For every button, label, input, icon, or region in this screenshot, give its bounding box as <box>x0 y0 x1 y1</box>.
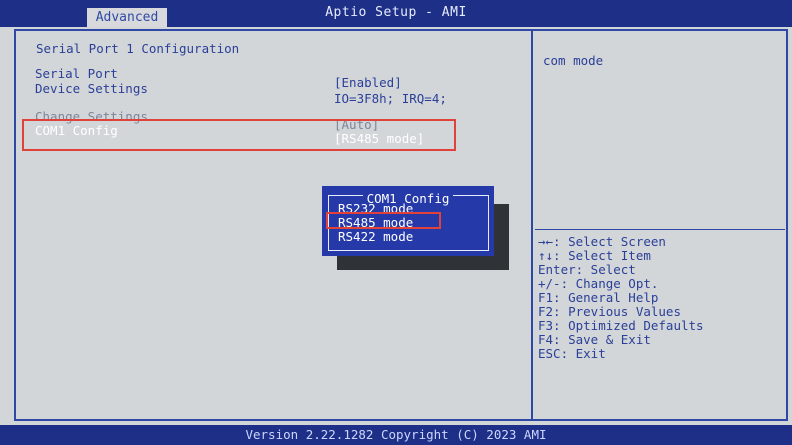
setting-label-serial-port[interactable]: Serial Port <box>35 66 118 81</box>
setting-value-serial-port[interactable]: [Enabled] <box>334 75 402 90</box>
help-key-select-item: ↑↓: Select Item <box>538 248 651 263</box>
title-bar: Advanced Aptio Setup - AMI <box>0 0 792 27</box>
help-key-f1: F1: General Help <box>538 290 659 305</box>
rs485-highlight <box>326 212 441 229</box>
page-title: Serial Port 1 Configuration <box>36 41 240 56</box>
footer-version: Version 2.22.1282 Copyright (C) 2023 AMI <box>245 427 547 442</box>
help-key-f4: F4: Save & Exit <box>538 332 651 347</box>
help-key-f3: F3: Optimized Defaults <box>538 318 704 333</box>
panel-divider <box>531 29 533 421</box>
app-title: Aptio Setup - AMI <box>325 5 467 20</box>
help-key-esc: ESC: Exit <box>538 346 606 361</box>
help-key-f2: F2: Previous Values <box>538 304 681 319</box>
option-rs422[interactable]: RS422 mode <box>338 229 413 244</box>
help-separator <box>535 229 785 230</box>
help-description: com mode <box>543 53 604 68</box>
help-key-change-opt: +/-: Change Opt. <box>538 276 659 291</box>
setting-value-device-settings: IO=3F8h; IRQ=4; <box>334 91 447 106</box>
footer-bar: Version 2.22.1282 Copyright (C) 2023 AMI <box>0 425 792 445</box>
setting-label-device-settings: Device Settings <box>35 81 148 96</box>
help-key-enter: Enter: Select <box>538 262 636 277</box>
com1-config-highlight <box>22 119 456 151</box>
help-key-select-screen: →←: Select Screen <box>538 234 666 249</box>
